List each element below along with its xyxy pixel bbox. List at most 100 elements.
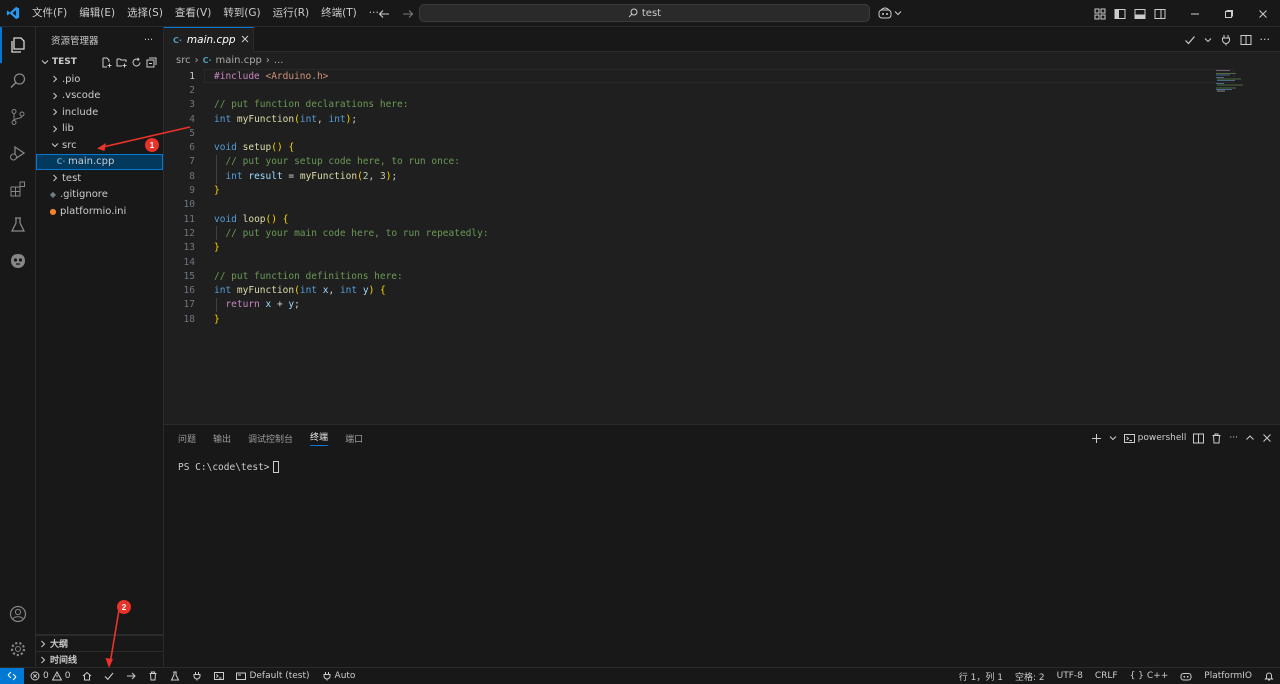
trash-icon[interactable] bbox=[1211, 433, 1222, 444]
breadcrumb-src[interactable]: src bbox=[176, 55, 191, 66]
new-terminal-icon[interactable] bbox=[1091, 433, 1102, 444]
pio-build-check-icon[interactable] bbox=[98, 668, 120, 684]
close-window-icon[interactable] bbox=[1246, 0, 1280, 27]
forward-arrow-icon[interactable] bbox=[400, 6, 416, 22]
new-file-icon[interactable] bbox=[101, 57, 112, 68]
code-line[interactable]: 6 void setup() { bbox=[164, 141, 294, 155]
testing-icon[interactable] bbox=[0, 207, 36, 243]
settings-gear-icon[interactable] bbox=[0, 631, 36, 667]
tree-item-src[interactable]: src bbox=[36, 137, 163, 154]
encoding[interactable]: UTF-8 bbox=[1051, 668, 1089, 684]
tree-item-include[interactable]: include bbox=[36, 104, 163, 121]
platformio-icon[interactable] bbox=[0, 243, 36, 279]
terminal-output[interactable]: PS C:\code\test> bbox=[178, 461, 279, 473]
code-editor[interactable]: 1 #include <Arduino.h> 2 3 // put function d… bbox=[164, 69, 1280, 423]
code-line[interactable]: 17 return x + y; bbox=[164, 298, 300, 312]
chevron-down-icon[interactable] bbox=[1204, 36, 1212, 44]
minimize-icon[interactable] bbox=[1178, 0, 1212, 27]
tree-item-main-cpp[interactable]: C· main.cpp bbox=[36, 153, 163, 170]
collapse-all-icon[interactable] bbox=[146, 57, 157, 68]
code-line[interactable]: 13} bbox=[164, 241, 220, 255]
pio-environment-selector[interactable]: Default (test) bbox=[230, 668, 315, 684]
pio-serial-monitor-plug-icon[interactable] bbox=[186, 668, 208, 684]
timeline-section[interactable]: 时间线 bbox=[36, 651, 164, 667]
restore-icon[interactable] bbox=[1212, 0, 1246, 27]
code-line[interactable]: 8 int result = myFunction(2, 3); bbox=[164, 169, 397, 183]
pio-port-selector[interactable]: Auto bbox=[316, 668, 362, 684]
pio-home-icon[interactable] bbox=[76, 668, 98, 684]
tree-item-lib[interactable]: lib bbox=[36, 121, 163, 138]
code-line[interactable]: 1 #include <Arduino.h> bbox=[164, 69, 328, 83]
language-mode[interactable]: { } C++ bbox=[1124, 668, 1175, 684]
new-folder-icon[interactable] bbox=[116, 57, 127, 68]
explorer-more-button[interactable]: ··· bbox=[144, 35, 153, 46]
split-terminal-icon[interactable] bbox=[1193, 433, 1205, 444]
menu-run[interactable]: 运行(R) bbox=[267, 0, 316, 27]
code-line[interactable]: 3 // put function declarations here: bbox=[164, 98, 408, 112]
code-line[interactable]: 9} bbox=[164, 183, 219, 197]
menu-file[interactable]: 文件(F) bbox=[26, 0, 73, 27]
minimap[interactable] bbox=[1214, 69, 1274, 99]
tab-terminal[interactable]: 终端 bbox=[310, 430, 329, 446]
tab-debug-console[interactable]: 调试控制台 bbox=[248, 432, 293, 445]
back-arrow-icon[interactable] bbox=[376, 6, 392, 22]
code-line[interactable]: 7 // put your setup code here, to run on… bbox=[164, 155, 460, 169]
terminal-selector[interactable]: powershell bbox=[1123, 433, 1186, 444]
pio-terminal-icon[interactable] bbox=[208, 668, 230, 684]
code-line[interactable]: 11 void loop() { bbox=[164, 212, 289, 226]
problems-indicator[interactable]: 0 0 bbox=[24, 668, 76, 684]
code-line[interactable]: 15 // put function definitions here: bbox=[164, 269, 403, 283]
code-line[interactable]: 18} bbox=[164, 312, 220, 326]
platformio-status[interactable]: PlatformIO bbox=[1198, 668, 1258, 684]
toggle-secondary-sidebar-icon[interactable] bbox=[1150, 4, 1170, 24]
extensions-icon[interactable] bbox=[0, 171, 36, 207]
tab-problems[interactable]: 问题 bbox=[178, 432, 196, 445]
tree-item-pio[interactable]: .pio bbox=[36, 71, 163, 88]
tree-item-test[interactable]: test bbox=[36, 170, 163, 187]
pio-upload-arrow-icon[interactable] bbox=[120, 668, 142, 684]
chevron-down-icon[interactable] bbox=[1109, 434, 1117, 442]
menu-edit[interactable]: 编辑(E) bbox=[73, 0, 121, 27]
copilot-button[interactable] bbox=[878, 4, 902, 22]
workspace-folder-header[interactable]: TEST bbox=[36, 53, 163, 71]
code-line[interactable]: 4 int myFunction(int, int); bbox=[164, 112, 357, 126]
tree-item-vscode[interactable]: .vscode bbox=[36, 88, 163, 105]
pio-test-flask-icon[interactable] bbox=[164, 668, 186, 684]
close-icon[interactable] bbox=[241, 34, 249, 46]
menu-terminal[interactable]: 终端(T) bbox=[315, 0, 363, 27]
tree-item-platformio-ini[interactable]: ● platformio.ini bbox=[36, 203, 163, 220]
source-control-icon[interactable] bbox=[0, 99, 36, 135]
tab-output[interactable]: 输出 bbox=[213, 432, 231, 445]
code-line[interactable]: 12 // put your main code here, to run re… bbox=[164, 226, 489, 240]
toggle-panel-icon[interactable] bbox=[1130, 4, 1150, 24]
cursor-position[interactable]: 行 1，列 1 bbox=[953, 668, 1009, 684]
split-editor-icon[interactable] bbox=[1240, 34, 1252, 46]
maximize-panel-icon[interactable] bbox=[1245, 433, 1255, 443]
outline-section[interactable]: 大纲 bbox=[36, 635, 164, 651]
menu-go[interactable]: 转到(G) bbox=[217, 0, 266, 27]
code-line[interactable]: 14 bbox=[164, 255, 195, 269]
plug-icon[interactable] bbox=[1220, 34, 1232, 46]
menu-view[interactable]: 查看(V) bbox=[169, 0, 217, 27]
accounts-icon[interactable] bbox=[0, 596, 36, 632]
pio-clean-trash-icon[interactable] bbox=[142, 668, 164, 684]
end-of-line[interactable]: CRLF bbox=[1089, 668, 1124, 684]
copilot-status-icon[interactable] bbox=[1174, 668, 1198, 684]
tree-item-gitignore[interactable]: ◆ .gitignore bbox=[36, 187, 163, 204]
remote-indicator-icon[interactable] bbox=[0, 667, 24, 684]
refresh-icon[interactable] bbox=[131, 57, 142, 68]
more-actions-icon[interactable]: ··· bbox=[1229, 433, 1238, 443]
notifications-bell-icon[interactable] bbox=[1258, 668, 1280, 684]
tab-main-cpp[interactable]: C· main.cpp bbox=[164, 27, 254, 52]
code-line[interactable]: 16 int myFunction(int x, int y) { bbox=[164, 284, 386, 298]
close-panel-icon[interactable] bbox=[1262, 433, 1272, 443]
check-icon[interactable] bbox=[1184, 34, 1196, 46]
breadcrumb-symbol[interactable]: ... bbox=[274, 55, 284, 66]
code-line[interactable]: 10 bbox=[164, 198, 195, 212]
tab-ports[interactable]: 端口 bbox=[345, 432, 363, 445]
menu-selection[interactable]: 选择(S) bbox=[121, 0, 169, 27]
more-actions-icon[interactable]: ··· bbox=[1260, 33, 1271, 46]
run-debug-icon[interactable] bbox=[0, 135, 36, 171]
code-line[interactable]: 5 bbox=[164, 126, 195, 140]
search-view-icon[interactable] bbox=[0, 63, 36, 99]
